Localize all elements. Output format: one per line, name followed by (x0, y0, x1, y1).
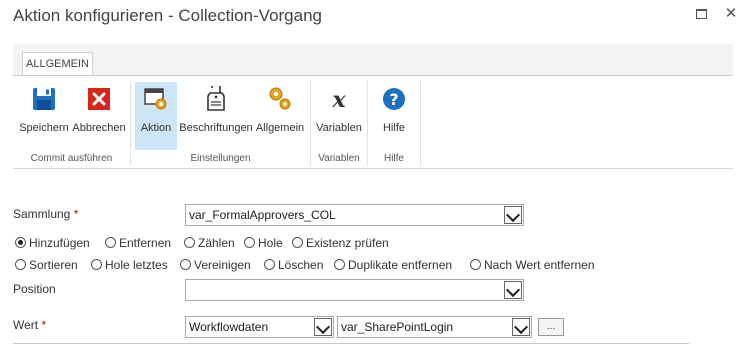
action-label: Aktion (140, 122, 172, 134)
close-icon[interactable]: ✕ (722, 5, 740, 23)
tab-allgemein[interactable]: ALLGEMEIN (22, 52, 93, 76)
help-label: Hilfe (382, 122, 405, 134)
collection-label: Sammlung * (13, 207, 78, 221)
save-button[interactable]: Speichern (16, 82, 72, 150)
value-variable-select[interactable]: var_SharePointLogin (337, 316, 532, 338)
maximize-icon[interactable] (692, 5, 710, 23)
labels-label: Beschriftungen (179, 122, 253, 134)
radio-dot (15, 237, 26, 248)
group-label-help: Hilfe (383, 153, 404, 164)
radio-dot (244, 237, 255, 248)
title-bar: Aktion konfigurieren - Collection-Vorgan… (0, 0, 747, 40)
radio-get-label: Hole (258, 236, 283, 250)
radio-get[interactable]: Hole (244, 236, 283, 250)
group-divider (367, 80, 368, 166)
chevron-down-icon (504, 206, 522, 224)
radio-dot (180, 259, 191, 270)
value-source-select[interactable]: Workflowdaten (185, 316, 334, 338)
radio-get-last-label: Hole letztes (105, 258, 168, 272)
radio-sort[interactable]: Sortieren (15, 258, 78, 272)
radio-clear[interactable]: Löschen (264, 258, 323, 272)
variables-button[interactable]: x Variablen (313, 82, 365, 150)
radio-join-label: Vereinigen (194, 258, 251, 272)
collection-label-text: Sammlung (13, 207, 71, 221)
radio-add-label: Hinzufügen (29, 236, 90, 250)
dialog-title: Aktion konfigurieren - Collection-Vorgan… (13, 6, 323, 25)
divider (13, 343, 689, 344)
ribbon: Speichern Abbrechen Commit ausführen Akt… (13, 75, 733, 169)
svg-text:x: x (331, 87, 346, 112)
required-marker: * (73, 207, 79, 221)
variables-label: Variablen (316, 122, 362, 134)
position-label: Position (13, 282, 56, 296)
variable-x-icon: x (331, 87, 346, 112)
cancel-label: Abbrechen (72, 122, 126, 134)
radio-exists-label: Existenz prüfen (306, 236, 389, 250)
radio-remove-duplicates[interactable]: Duplikate entfernen (334, 258, 452, 272)
labels-button[interactable]: Beschriftungen (179, 82, 253, 150)
general-button[interactable]: Allgemein (254, 82, 306, 150)
value-source-value: Workflowdaten (189, 320, 269, 334)
chevron-down-icon (504, 281, 522, 299)
radio-dot (334, 259, 345, 270)
position-select[interactable] (185, 279, 524, 301)
radio-remove-duplicates-label: Duplikate entfernen (348, 258, 453, 272)
value-variable-value: var_SharePointLogin (341, 320, 454, 334)
radio-remove-label: Entfernen (119, 236, 172, 250)
cancel-icon (88, 88, 110, 110)
chevron-down-icon (512, 318, 530, 336)
radio-dot (264, 259, 275, 270)
required-marker: * (41, 318, 47, 332)
radio-dot (292, 237, 303, 248)
radio-count-label: Zählen (198, 236, 235, 250)
value-label-text: Wert (13, 318, 39, 332)
radio-add[interactable]: Hinzufügen (15, 236, 90, 250)
radio-remove-by-value[interactable]: Nach Wert entfernen (470, 258, 595, 272)
ribbon-area: ALLGEMEIN Speichern Abbrechen Commit aus… (13, 44, 733, 169)
radio-dot (470, 259, 481, 270)
radio-count[interactable]: Zählen (184, 236, 235, 250)
collection-select[interactable]: var_FormalApprovers_COL (185, 204, 524, 226)
radio-clear-label: Löschen (278, 258, 324, 272)
save-icon (33, 88, 55, 110)
help-icon: ? (383, 88, 405, 110)
lookup-button[interactable]: ... (538, 318, 564, 336)
action-gear-icon (144, 88, 167, 110)
radio-dot (15, 259, 26, 270)
radio-dot (105, 237, 116, 248)
group-divider (420, 80, 421, 166)
action-button[interactable]: Aktion (135, 82, 177, 150)
cancel-button[interactable]: Abbrechen (71, 82, 127, 150)
radio-join[interactable]: Vereinigen (180, 258, 251, 272)
group-divider (310, 80, 311, 166)
radio-dot (91, 259, 102, 270)
radio-get-last[interactable]: Hole letztes (91, 258, 168, 272)
gears-icon (269, 87, 291, 110)
group-divider (130, 80, 131, 166)
radio-remove-by-value-label: Nach Wert entfernen (484, 258, 595, 272)
collection-value: var_FormalApprovers_COL (189, 208, 336, 222)
svg-text:?: ? (389, 90, 398, 109)
help-button[interactable]: ? Hilfe (370, 82, 418, 150)
group-label-settings: Einstellungen (190, 153, 251, 164)
radio-remove[interactable]: Entfernen (105, 236, 171, 250)
save-label: Speichern (19, 122, 69, 134)
label-tag-icon (207, 86, 225, 111)
radio-dot (184, 237, 195, 248)
group-label-commit: Commit ausführen (30, 153, 113, 164)
value-label: Wert * (13, 318, 46, 332)
group-label-variables: Variablen (318, 153, 360, 164)
radio-exists[interactable]: Existenz prüfen (292, 236, 389, 250)
radio-sort-label: Sortieren (29, 258, 78, 272)
general-label: Allgemein (255, 122, 305, 134)
chevron-down-icon (314, 318, 332, 336)
